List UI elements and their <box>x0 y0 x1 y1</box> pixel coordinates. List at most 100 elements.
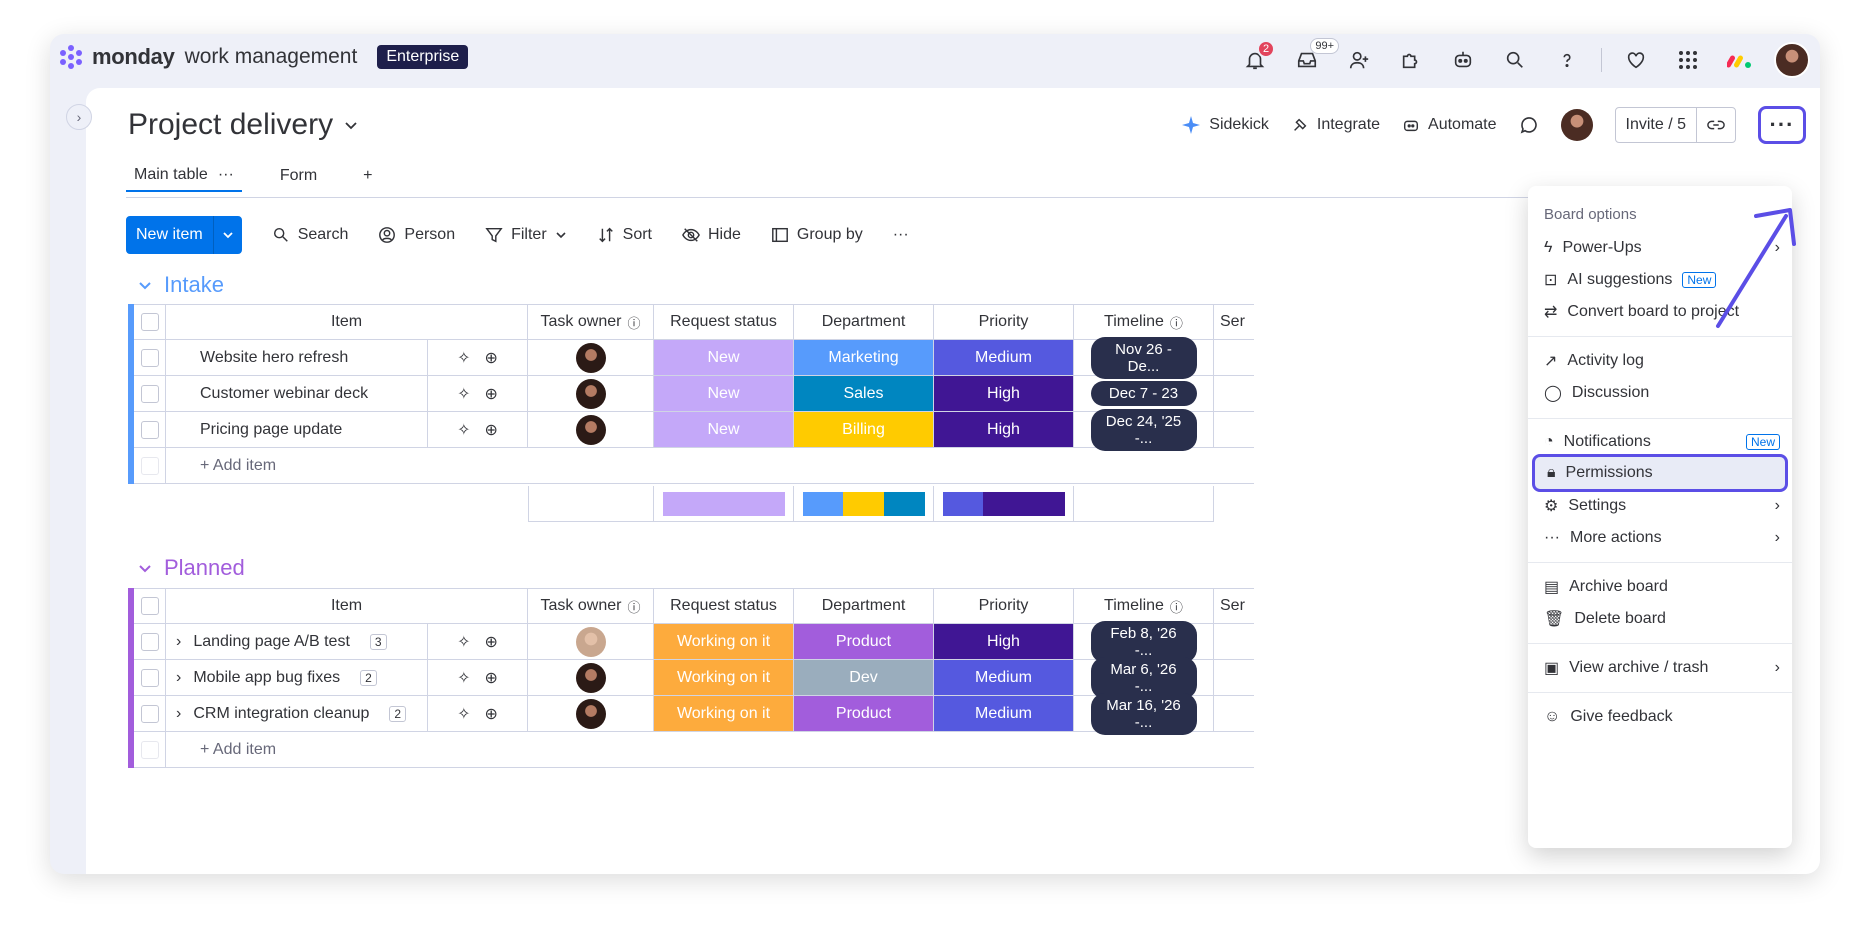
group-title-planned[interactable]: Planned <box>138 555 245 581</box>
row-checkbox[interactable] <box>134 660 166 696</box>
timeline-cell[interactable]: Mar 6, '26 -... <box>1074 656 1214 699</box>
toolbar-more-dots-icon[interactable]: ··· <box>893 226 909 244</box>
timeline-cell[interactable]: Mar 16, '26 -... <box>1074 692 1214 735</box>
column-ser[interactable]: Ser <box>1214 304 1254 340</box>
apps-puzzle-icon[interactable] <box>1393 42 1429 78</box>
add-item-label[interactable]: + Add item <box>166 448 1254 484</box>
add-update-icon[interactable]: ⊕ <box>485 420 498 440</box>
row-checkbox[interactable] <box>134 696 166 732</box>
column-item[interactable]: Item <box>166 588 528 624</box>
column-department[interactable]: Department <box>794 304 934 340</box>
add-item-row[interactable]: + Add item <box>134 732 1254 768</box>
item-cell[interactable]: › Landing page A/B test 3 <box>166 624 428 660</box>
ser-cell[interactable] <box>1214 696 1254 732</box>
priority-cell[interactable]: Medium <box>934 696 1074 732</box>
owner-cell[interactable] <box>528 696 654 732</box>
new-item-dropdown-chevron-icon[interactable] <box>212 216 242 254</box>
column-department[interactable]: Department <box>794 588 934 624</box>
integrate-button[interactable]: Integrate <box>1291 116 1380 134</box>
request-status-cell[interactable]: Working on it <box>654 696 794 732</box>
favorites-heart-icon[interactable] <box>1618 42 1654 78</box>
item-name[interactable]: Pricing page update <box>166 412 428 448</box>
select-all-checkbox[interactable] <box>134 304 166 340</box>
menu-item-permissions[interactable]: 🔒︎ Permissions <box>1532 454 1788 492</box>
ser-cell[interactable] <box>1214 376 1254 412</box>
filter-button[interactable]: Filter <box>485 226 567 244</box>
column-ser[interactable]: Ser <box>1214 588 1254 624</box>
request-status-cell[interactable]: Working on it <box>654 624 794 660</box>
tab-main-table[interactable]: Main table ··· <box>126 160 242 192</box>
add-item-label[interactable]: + Add item <box>166 732 1254 768</box>
owner-cell[interactable] <box>528 340 654 376</box>
ai-sparkle-icon[interactable]: ✧ <box>457 420 470 440</box>
ser-cell[interactable] <box>1214 624 1254 660</box>
menu-item-delete-board[interactable]: 🗑︎ Delete board <box>1544 603 1780 635</box>
ai-sparkle-icon[interactable]: ✧ <box>457 384 470 404</box>
column-request-status[interactable]: Request status <box>654 304 794 340</box>
timeline-cell[interactable]: Nov 26 - De... <box>1074 336 1214 379</box>
add-update-icon[interactable]: ⊕ <box>485 384 498 404</box>
ai-sparkle-icon[interactable]: ✧ <box>457 668 470 688</box>
column-task-owner[interactable]: Task owner ⓘ <box>528 588 654 624</box>
ai-sparkle-icon[interactable]: ✧ <box>457 704 470 724</box>
row-checkbox[interactable] <box>134 376 166 412</box>
inbox-icon[interactable]: 99+ <box>1289 38 1339 78</box>
column-timeline[interactable]: Timeline ⓘ <box>1074 304 1214 340</box>
column-priority[interactable]: Priority <box>934 304 1074 340</box>
expand-chevron-right-icon[interactable]: › <box>176 669 181 687</box>
add-update-icon[interactable]: ⊕ <box>485 704 498 724</box>
item-name[interactable]: Customer webinar deck <box>166 376 428 412</box>
request-status-cell[interactable]: New <box>654 412 794 448</box>
group-title-intake[interactable]: Intake <box>138 272 224 298</box>
department-cell[interactable]: Dev <box>794 660 934 696</box>
request-status-cell[interactable]: Working on it <box>654 660 794 696</box>
sidekick-button[interactable]: Sidekick <box>1181 115 1269 135</box>
item-name[interactable]: Website hero refresh <box>166 340 428 376</box>
help-icon[interactable] <box>1549 42 1585 78</box>
board-member-avatar[interactable] <box>1560 109 1593 141</box>
add-view-button[interactable]: + <box>355 161 380 191</box>
table-row[interactable]: Customer webinar deck ✧ ⊕ New Sales High … <box>134 376 1254 412</box>
row-checkbox[interactable] <box>134 412 166 448</box>
invite-button[interactable]: Invite / 5 <box>1614 107 1736 143</box>
table-row[interactable]: › CRM integration cleanup 2 ✧ ⊕ Working on … <box>134 692 1254 735</box>
timeline-cell[interactable]: Dec 7 - 23 <box>1074 376 1214 412</box>
item-cell[interactable]: › CRM integration cleanup 2 <box>166 696 428 732</box>
search-button[interactable]: Search <box>272 226 348 244</box>
expand-chevron-right-icon[interactable]: › <box>176 633 181 651</box>
monday-apps-logo-icon[interactable] <box>1722 42 1758 78</box>
chevron-down-icon[interactable] <box>555 229 567 241</box>
row-checkbox[interactable] <box>134 624 166 660</box>
add-update-icon[interactable]: ⊕ <box>485 632 498 652</box>
add-update-icon[interactable]: ⊕ <box>485 348 498 368</box>
search-everything-icon[interactable] <box>1497 42 1533 78</box>
info-icon[interactable]: ⓘ <box>627 313 640 332</box>
notifications-bell-icon[interactable]: 2 <box>1237 40 1275 78</box>
tab-form[interactable]: Form <box>272 161 325 191</box>
summary-department[interactable] <box>794 486 934 522</box>
menu-item-activity-log[interactable]: ↗ Activity log <box>1544 345 1780 377</box>
department-cell[interactable]: Sales <box>794 376 934 412</box>
priority-cell[interactable]: Medium <box>934 340 1074 376</box>
owner-cell[interactable] <box>528 376 654 412</box>
hide-button[interactable]: Hide <box>682 226 741 244</box>
info-icon[interactable]: ⓘ <box>1170 597 1183 616</box>
summary-status[interactable] <box>654 486 794 522</box>
info-icon[interactable]: ⓘ <box>627 597 640 616</box>
brand[interactable]: monday work management Enterprise <box>58 44 469 70</box>
table-row[interactable]: › Landing page A/B test 3 ✧ ⊕ Working on it… <box>134 620 1254 663</box>
owner-cell[interactable] <box>528 660 654 696</box>
chevron-down-icon[interactable] <box>138 278 152 292</box>
app-grid-icon[interactable] <box>1670 42 1706 78</box>
menu-item-settings[interactable]: ⚙ Settings › <box>1544 490 1780 522</box>
ai-sparkle-icon[interactable]: ✧ <box>457 348 470 368</box>
row-checkbox[interactable] <box>134 340 166 376</box>
tab-more-dots-icon[interactable]: ··· <box>218 166 234 184</box>
ai-bot-icon[interactable] <box>1445 42 1481 78</box>
department-cell[interactable]: Product <box>794 696 934 732</box>
priority-cell[interactable]: High <box>934 412 1074 448</box>
user-avatar[interactable] <box>1774 42 1810 78</box>
table-row[interactable]: › Mobile app bug fixes 2 ✧ ⊕ Working on it … <box>134 656 1254 699</box>
expand-chevron-right-icon[interactable]: › <box>176 705 181 723</box>
owner-cell[interactable] <box>528 624 654 660</box>
